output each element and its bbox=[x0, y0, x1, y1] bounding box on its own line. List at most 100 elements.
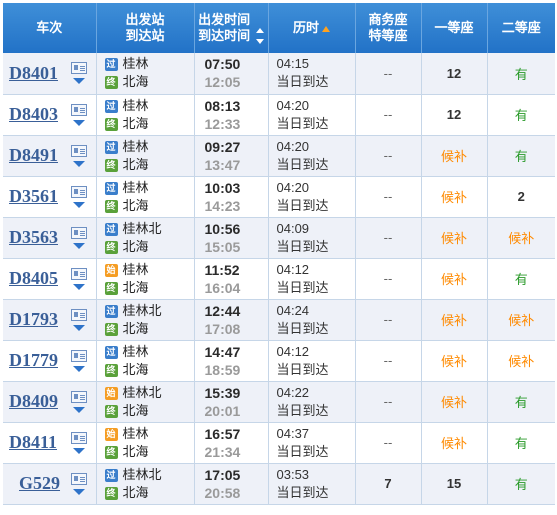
departure-time: 11:52 bbox=[204, 261, 240, 278]
table-row[interactable]: G529 过桂林北 终北海 17:05 20:58 03:53 当日到达 7 1… bbox=[3, 463, 555, 504]
table-row[interactable]: D1779 过桂林 终北海 14:47 18:59 04:12 当日到达 -- … bbox=[3, 340, 555, 381]
first-class-availability: 15 bbox=[421, 463, 488, 504]
arrival-time: 14:23 bbox=[204, 197, 241, 214]
business-seat-availability: -- bbox=[355, 135, 422, 176]
train-info-card-icon[interactable] bbox=[71, 431, 88, 444]
train-info-card-icon[interactable] bbox=[71, 103, 88, 116]
train-number-link[interactable]: D8411 bbox=[9, 432, 67, 453]
expand-stops-icon[interactable] bbox=[73, 365, 86, 372]
from-station: 过桂林 bbox=[104, 97, 194, 115]
header-dep-time[interactable]: 出发时间 bbox=[198, 12, 250, 27]
from-station-name: 桂林北 bbox=[122, 302, 162, 318]
header-times[interactable]: 出发时间 到达时间 bbox=[194, 3, 269, 53]
duration-value: 04:09 bbox=[276, 220, 310, 236]
table-row[interactable]: D1793 过桂林北 终北海 12:44 17:08 04:24 当日到达 --… bbox=[3, 299, 555, 340]
expand-stops-icon[interactable] bbox=[73, 447, 86, 454]
first-class-availability[interactable]: 候补 bbox=[421, 340, 488, 381]
first-class-availability[interactable]: 候补 bbox=[421, 422, 488, 463]
train-tools bbox=[71, 390, 88, 413]
cell-stations: 过桂林 终北海 bbox=[96, 176, 195, 217]
train-number-link[interactable]: D8405 bbox=[9, 268, 67, 289]
train-number-link[interactable]: D8409 bbox=[9, 391, 67, 412]
cell-times: 12:44 17:08 bbox=[194, 299, 269, 340]
first-class-availability[interactable]: 候补 bbox=[421, 381, 488, 422]
table-row[interactable]: D8403 过桂林 终北海 08:13 12:33 04:20 当日到达 -- … bbox=[3, 94, 555, 135]
from-station: 过桂林 bbox=[104, 55, 194, 73]
expand-stops-icon[interactable] bbox=[73, 324, 86, 331]
pass-station-icon: 过 bbox=[104, 222, 118, 236]
table-row[interactable]: D8491 过桂林 终北海 09:27 13:47 04:20 当日到达 -- … bbox=[3, 135, 555, 176]
sort-arrows-icon[interactable] bbox=[255, 28, 264, 45]
end-station-icon: 终 bbox=[104, 486, 118, 500]
header-arr-time[interactable]: 到达时间 bbox=[198, 28, 250, 43]
first-class-availability[interactable]: 候补 bbox=[421, 258, 488, 299]
to-station: 终北海 bbox=[104, 320, 194, 338]
to-station-name: 北海 bbox=[122, 197, 149, 213]
pass-station-icon: 过 bbox=[104, 140, 118, 154]
first-class-availability: 12 bbox=[421, 94, 488, 135]
arrival-day: 当日到达 bbox=[276, 443, 329, 459]
train-number-link[interactable]: D3561 bbox=[9, 186, 67, 207]
pass-station-icon: 过 bbox=[104, 345, 118, 359]
cell-train: D8403 bbox=[3, 94, 97, 135]
sort-asc-icon[interactable] bbox=[322, 25, 330, 32]
train-info-card-icon[interactable] bbox=[71, 185, 88, 198]
first-class-availability[interactable]: 候补 bbox=[421, 176, 488, 217]
table-row[interactable]: D3561 过桂林 终北海 10:03 14:23 04:20 当日到达 -- … bbox=[3, 176, 555, 217]
second-class-availability[interactable]: 候补 bbox=[487, 299, 555, 340]
train-info-card-icon[interactable] bbox=[71, 226, 88, 239]
expand-stops-icon[interactable] bbox=[73, 283, 86, 290]
expand-stops-icon[interactable] bbox=[73, 119, 86, 126]
train-info-card-icon[interactable] bbox=[71, 62, 88, 75]
cell-stations: 过桂林北 终北海 bbox=[96, 299, 195, 340]
train-number-link[interactable]: D8403 bbox=[9, 104, 67, 125]
header-duration[interactable]: 历时 bbox=[268, 3, 356, 53]
cell-train: D8411 bbox=[3, 422, 97, 463]
table-row[interactable]: D3563 过桂林北 终北海 10:56 15:05 04:09 当日到达 --… bbox=[3, 217, 555, 258]
table-row[interactable]: D8409 始桂林北 终北海 15:39 20:01 04:22 当日到达 --… bbox=[3, 381, 555, 422]
expand-stops-icon[interactable] bbox=[73, 78, 86, 85]
end-station-icon: 终 bbox=[104, 281, 118, 295]
to-station-name: 北海 bbox=[122, 402, 149, 418]
train-number-link[interactable]: D3563 bbox=[9, 227, 67, 248]
train-number-link[interactable]: D1779 bbox=[9, 350, 67, 371]
expand-stops-icon[interactable] bbox=[73, 160, 86, 167]
train-info-card-icon[interactable] bbox=[71, 267, 88, 280]
first-class-availability[interactable]: 候补 bbox=[421, 299, 488, 340]
cell-duration: 04:12 当日到达 bbox=[268, 340, 356, 381]
expand-stops-icon[interactable] bbox=[73, 406, 86, 413]
departure-time: 10:03 bbox=[204, 179, 241, 196]
second-class-availability[interactable]: 候补 bbox=[487, 217, 555, 258]
train-number-link[interactable]: D8491 bbox=[9, 145, 67, 166]
table-row[interactable]: D8405 始桂林 终北海 11:52 16:04 04:12 当日到达 -- … bbox=[3, 258, 555, 299]
first-class-availability[interactable]: 候补 bbox=[421, 217, 488, 258]
expand-stops-icon[interactable] bbox=[73, 242, 86, 249]
business-seat-availability: -- bbox=[355, 94, 422, 135]
pass-station-icon: 过 bbox=[104, 181, 118, 195]
table-row[interactable]: D8401 过桂林 终北海 07:50 12:05 04:15 当日到达 -- … bbox=[3, 53, 555, 94]
second-class-availability[interactable]: 候补 bbox=[487, 340, 555, 381]
cell-train: D8405 bbox=[3, 258, 97, 299]
train-info-card-icon[interactable] bbox=[71, 349, 88, 362]
train-number-link[interactable]: D1793 bbox=[9, 309, 67, 330]
arrival-time: 15:05 bbox=[204, 238, 241, 255]
cell-duration: 03:53 当日到达 bbox=[268, 463, 356, 504]
cell-duration: 04:09 当日到达 bbox=[268, 217, 356, 258]
departure-time: 12:44 bbox=[204, 302, 241, 319]
expand-stops-icon[interactable] bbox=[73, 488, 86, 495]
arrival-time: 18:59 bbox=[204, 361, 241, 378]
train-info-card-icon[interactable] bbox=[71, 144, 88, 157]
arrival-day: 当日到达 bbox=[276, 197, 329, 213]
table-row[interactable]: D8411 始桂林 终北海 16:57 21:34 04:37 当日到达 -- … bbox=[3, 422, 555, 463]
pass-station-icon: 过 bbox=[104, 468, 118, 482]
train-number-link[interactable]: D8401 bbox=[9, 63, 67, 84]
train-info-card-icon[interactable] bbox=[71, 390, 88, 403]
from-station: 过桂林 bbox=[104, 343, 194, 361]
expand-stops-icon[interactable] bbox=[73, 201, 86, 208]
train-number-link[interactable]: G529 bbox=[9, 473, 67, 494]
first-class-availability[interactable]: 候补 bbox=[421, 135, 488, 176]
train-info-card-icon[interactable] bbox=[71, 472, 88, 485]
cell-train: D1779 bbox=[3, 340, 97, 381]
train-info-card-icon[interactable] bbox=[71, 308, 88, 321]
second-class-availability: 2 bbox=[517, 189, 525, 204]
